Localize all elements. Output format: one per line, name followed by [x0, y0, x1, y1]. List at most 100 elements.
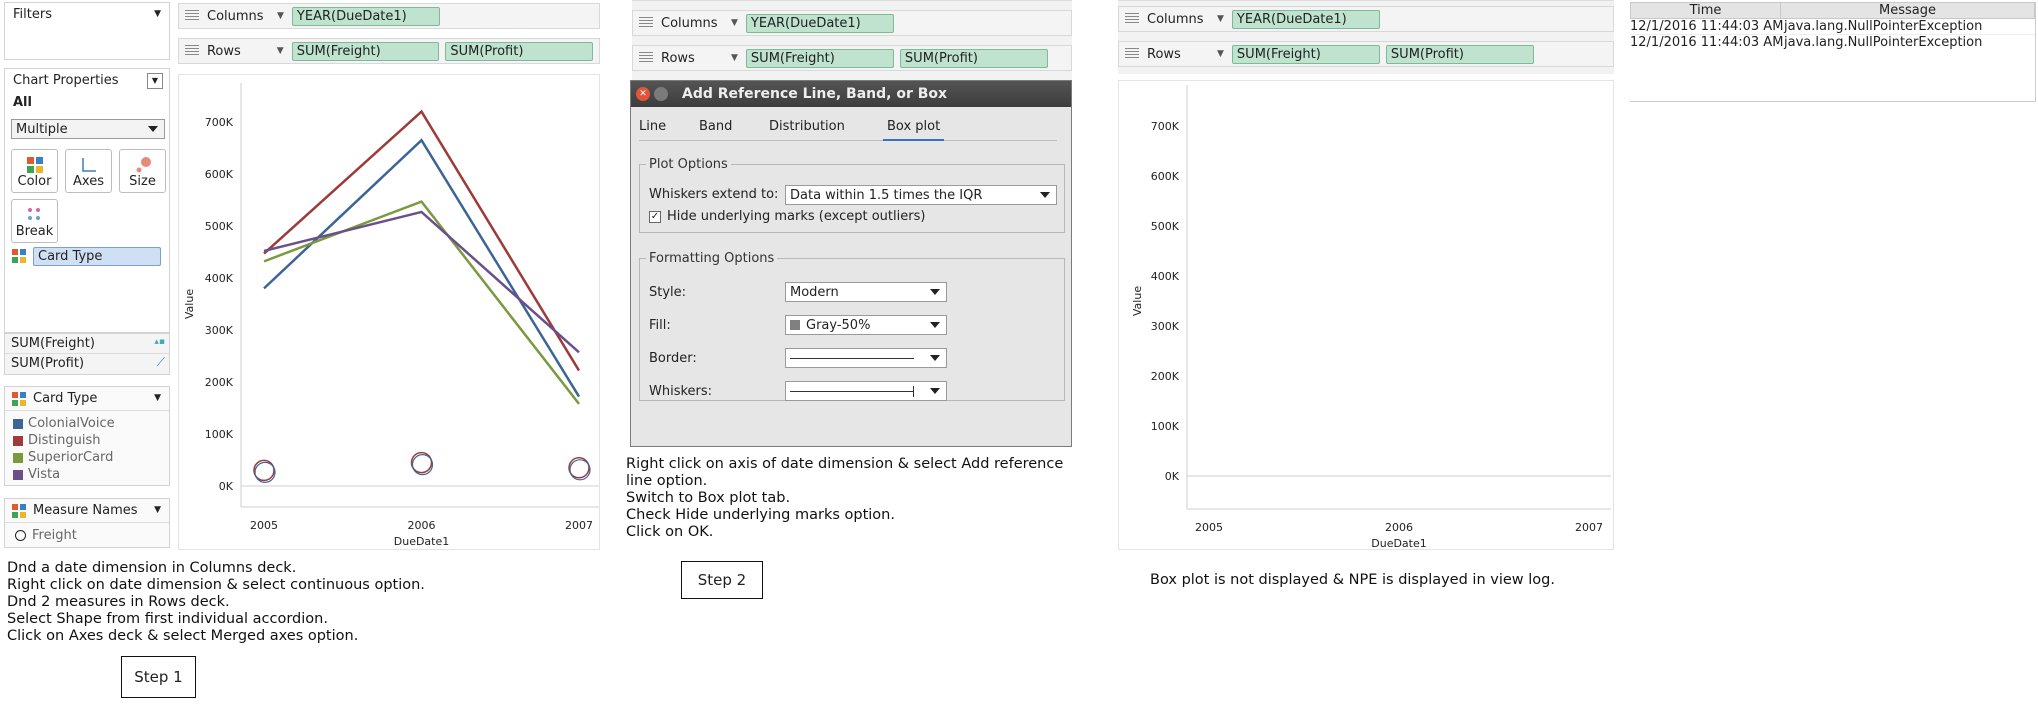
minimize-icon[interactable] [654, 87, 668, 101]
columns-pill[interactable]: YEAR(DueDate1) [291, 6, 440, 26]
x-tick-label: 2006 [1385, 521, 1413, 534]
axes-icon [81, 158, 96, 172]
step3-caption: Box plot is not displayed & NPE is displ… [1150, 572, 1555, 588]
border-select[interactable] [785, 348, 947, 368]
line-style-icon [790, 357, 914, 359]
table-row[interactable]: 12/1/2016 11:44:03 AM java.lang.NullPoin… [1630, 19, 2035, 35]
chevron-down-icon[interactable]: ▼ [731, 53, 738, 63]
fill-select[interactable]: Gray-50% [785, 315, 947, 335]
legend-item[interactable]: Freight [5, 527, 169, 544]
card-type-color-field[interactable]: Card Type [11, 245, 171, 267]
break-button[interactable]: Break [11, 199, 58, 243]
filters-panel[interactable]: Filters ▼ [4, 2, 170, 60]
border-label: Border: [649, 351, 697, 366]
y-tick-label: 600K [1151, 170, 1180, 183]
x-tick-label: 2005 [1195, 521, 1223, 534]
legend-item[interactable]: ColonialVoice [13, 415, 161, 432]
measure-profit[interactable]: SUM(Profit) ⟋ [5, 354, 169, 374]
rows-pill[interactable]: SUM(Profit) [899, 48, 1048, 68]
log-header-message[interactable]: Message [1781, 3, 2034, 18]
outlier-circle [254, 461, 276, 483]
columns-shelf[interactable]: Columns ▼ YEAR(DueDate1) [632, 10, 1072, 36]
x-tick-label: 2005 [250, 519, 278, 532]
y-tick-label: 200K [205, 376, 234, 389]
legend-item[interactable]: SuperiorCard [13, 449, 161, 466]
rows-pill[interactable]: SUM(Freight) [291, 41, 440, 61]
chevron-down-icon[interactable]: ▼ [154, 505, 161, 515]
chevron-down-icon[interactable]: ▼ [277, 11, 284, 21]
size-button[interactable]: Size [119, 149, 166, 193]
series-line [263, 109, 581, 372]
marks-type-select[interactable]: Multiple [11, 119, 165, 139]
chart-properties-label: Chart Properties [13, 73, 119, 88]
break-icon [27, 208, 40, 220]
tab-distribution[interactable]: Distribution [769, 119, 845, 134]
log-header: Time Message [1630, 2, 2035, 19]
chevron-down-icon[interactable]: ▼ [277, 46, 284, 56]
chart-area-1: 0K 100K 200K 300K 400K 500K 600K 700K 2005 2006 20… [178, 74, 600, 550]
line-chart: 0K 100K 200K 300K 400K 500K 600K 700K 2005 2006 20… [183, 83, 599, 548]
columns-shelf[interactable]: Columns ▼ YEAR(DueDate1) [1118, 6, 1614, 32]
card-type-pill[interactable]: Card Type [33, 246, 161, 266]
chevron-down-icon[interactable]: ▼ [731, 18, 738, 28]
chevron-down-icon[interactable]: ▼ [1217, 14, 1224, 24]
legend-item[interactable]: Vista [13, 466, 161, 483]
y-tick-label: 300K [205, 324, 234, 337]
grip-icon [1125, 13, 1139, 25]
circle-icon [15, 530, 26, 541]
rows-pill[interactable]: SUM(Profit) [445, 41, 593, 61]
rows-pill[interactable]: SUM(Freight) [1231, 44, 1380, 64]
tab-band[interactable]: Band [699, 119, 732, 134]
collapse-icon[interactable]: ▼ [147, 73, 163, 89]
hide-marks-checkbox-row[interactable]: ✓ Hide underlying marks (except outliers… [649, 209, 925, 224]
rows-shelf[interactable]: Rows ▼ SUM(Freight) SUM(Profit) [632, 45, 1072, 71]
rows-shelf[interactable]: Rows ▼ SUM(Freight) SUM(Profit) [178, 38, 600, 64]
rows-shelf[interactable]: Rows ▼ SUM(Freight) SUM(Profit) [1118, 41, 1614, 67]
color-icon [12, 503, 26, 518]
columns-pill[interactable]: YEAR(DueDate1) [1231, 9, 1380, 29]
reference-line-dialog: ✕ Add Reference Line, Band, or Box Line … [630, 80, 1072, 447]
fill-label: Fill: [649, 318, 671, 333]
x-tick-label: 2007 [1575, 521, 1603, 534]
measure-freight[interactable]: SUM(Freight) ▴▪ [5, 334, 169, 354]
chevron-down-icon[interactable]: ▼ [154, 393, 161, 403]
whiskers-extend-select[interactable]: Data within 1.5 times the IQR [785, 185, 1057, 205]
close-icon[interactable]: ✕ [636, 87, 650, 101]
all-label: All [13, 95, 32, 110]
columns-shelf[interactable]: Columns ▼ YEAR(DueDate1) [178, 3, 600, 29]
checkbox-checked-icon[interactable]: ✓ [649, 210, 661, 223]
style-select[interactable]: Modern [785, 282, 947, 302]
step2-caption: Right click on axis of date dimension & … [626, 456, 1064, 540]
color-icon [12, 249, 26, 263]
chevron-down-icon[interactable]: ▼ [154, 9, 161, 19]
whiskers-label: Whiskers: [649, 384, 713, 399]
shape-icon: ▴▪ [154, 337, 165, 347]
whiskers-select[interactable] [785, 381, 947, 401]
rows-pill[interactable]: SUM(Freight) [745, 48, 894, 68]
outlier-circle [569, 459, 591, 481]
table-row[interactable]: 12/1/2016 11:44:03 AM java.lang.NullPoin… [1630, 35, 2035, 51]
step3-panel: Columns ▼ YEAR(DueDate1) Rows ▼ SUM(Frei… [1118, 0, 1618, 600]
color-button[interactable]: Color [11, 149, 58, 193]
series-line [263, 200, 580, 405]
tab-line[interactable]: Line [639, 119, 666, 134]
log-header-time[interactable]: Time [1631, 3, 1781, 18]
empty-chart: 0K 100K 200K 300K 400K 500K 600K 700K 2005 2006 20… [1131, 85, 1611, 549]
chart-properties-panel: Chart Properties ▼ All Multiple Color Ax… [4, 68, 170, 333]
y-tick-label: 500K [1151, 220, 1180, 233]
whisker-style-icon [790, 385, 914, 397]
chevron-down-icon[interactable]: ▼ [1217, 49, 1224, 59]
rows-pill[interactable]: SUM(Profit) [1385, 44, 1534, 64]
tab-box-plot[interactable]: Box plot [883, 119, 945, 141]
y-tick-label: 600K [205, 168, 234, 181]
columns-pill[interactable]: YEAR(DueDate1) [745, 13, 894, 33]
view-log: Time Message 12/1/2016 11:44:03 AM java.… [1630, 2, 2036, 102]
y-tick-label: 100K [1151, 420, 1180, 433]
step1-caption: Dnd a date dimension in Columns deck. Ri… [7, 560, 425, 644]
y-tick-label: 100K [205, 428, 234, 441]
grip-icon [185, 45, 199, 57]
axes-button[interactable]: Axes [65, 149, 112, 193]
y-tick-label: 0K [219, 480, 234, 493]
y-tick-label: 0K [1165, 470, 1180, 483]
legend-item[interactable]: Distinguish [13, 432, 161, 449]
